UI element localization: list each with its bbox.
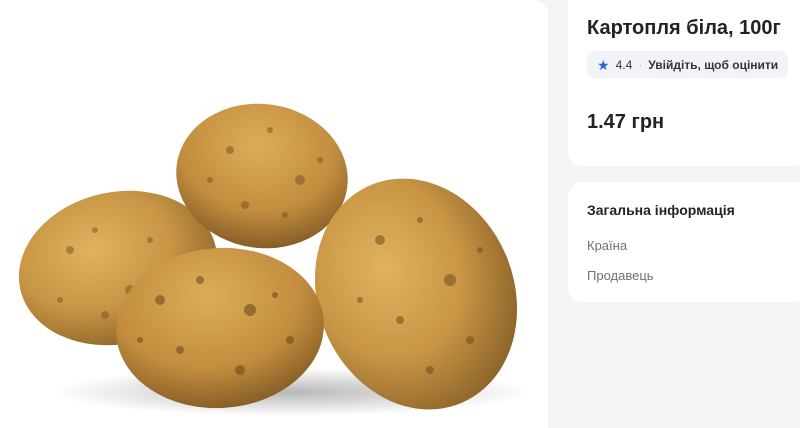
rating-value: 4.4 [615,57,633,72]
info-row-seller: Продавець [587,268,654,283]
login-to-rate-link[interactable]: Увійдіть, щоб оцінити [648,58,778,72]
general-info-card: Загальна інформація Країна Продавець [568,182,800,302]
product-page: Картопля біла, 100г ★ 4.4 · Увійдіть, що… [0,0,800,428]
star-icon: ★ [597,56,610,73]
potatoes-illustration [18,103,530,416]
product-price: 1.47 грн [587,111,665,133]
info-row-country: Країна [587,238,628,253]
general-info-title: Загальна інформація [587,202,735,218]
product-summary-card: Картопля біла, 100г ★ 4.4 · Увійдіть, що… [568,0,800,166]
product-image[interactable] [0,0,548,428]
rating-pill[interactable]: ★ 4.4 · Увійдіть, щоб оцінити [587,51,789,78]
rating-separator: · [638,57,643,72]
product-title: Картопля біла, 100г [587,17,781,39]
